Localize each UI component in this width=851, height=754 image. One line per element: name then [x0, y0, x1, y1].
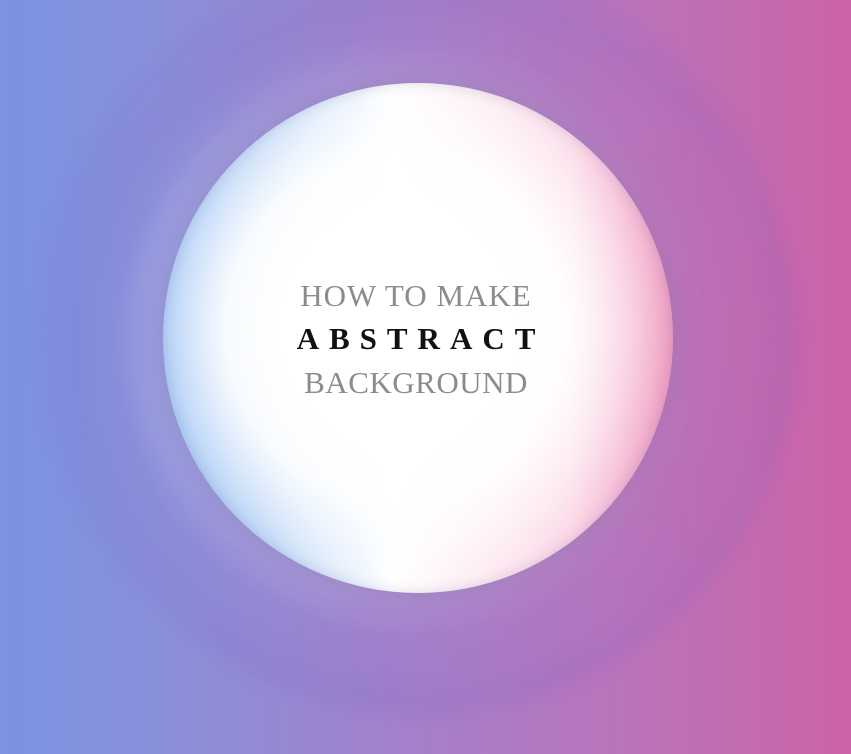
hero-line-abstract: ABSTRACT [296, 321, 546, 356]
hero-line-how-to-make: HOW TO MAKE [300, 278, 532, 313]
hero-title-block: HOW TO MAKE ABSTRACT BACKGROUND [0, 276, 832, 404]
abstract-background-canvas: HOW TO MAKE ABSTRACT BACKGROUND [0, 0, 851, 754]
hero-line-background: BACKGROUND [304, 365, 528, 400]
